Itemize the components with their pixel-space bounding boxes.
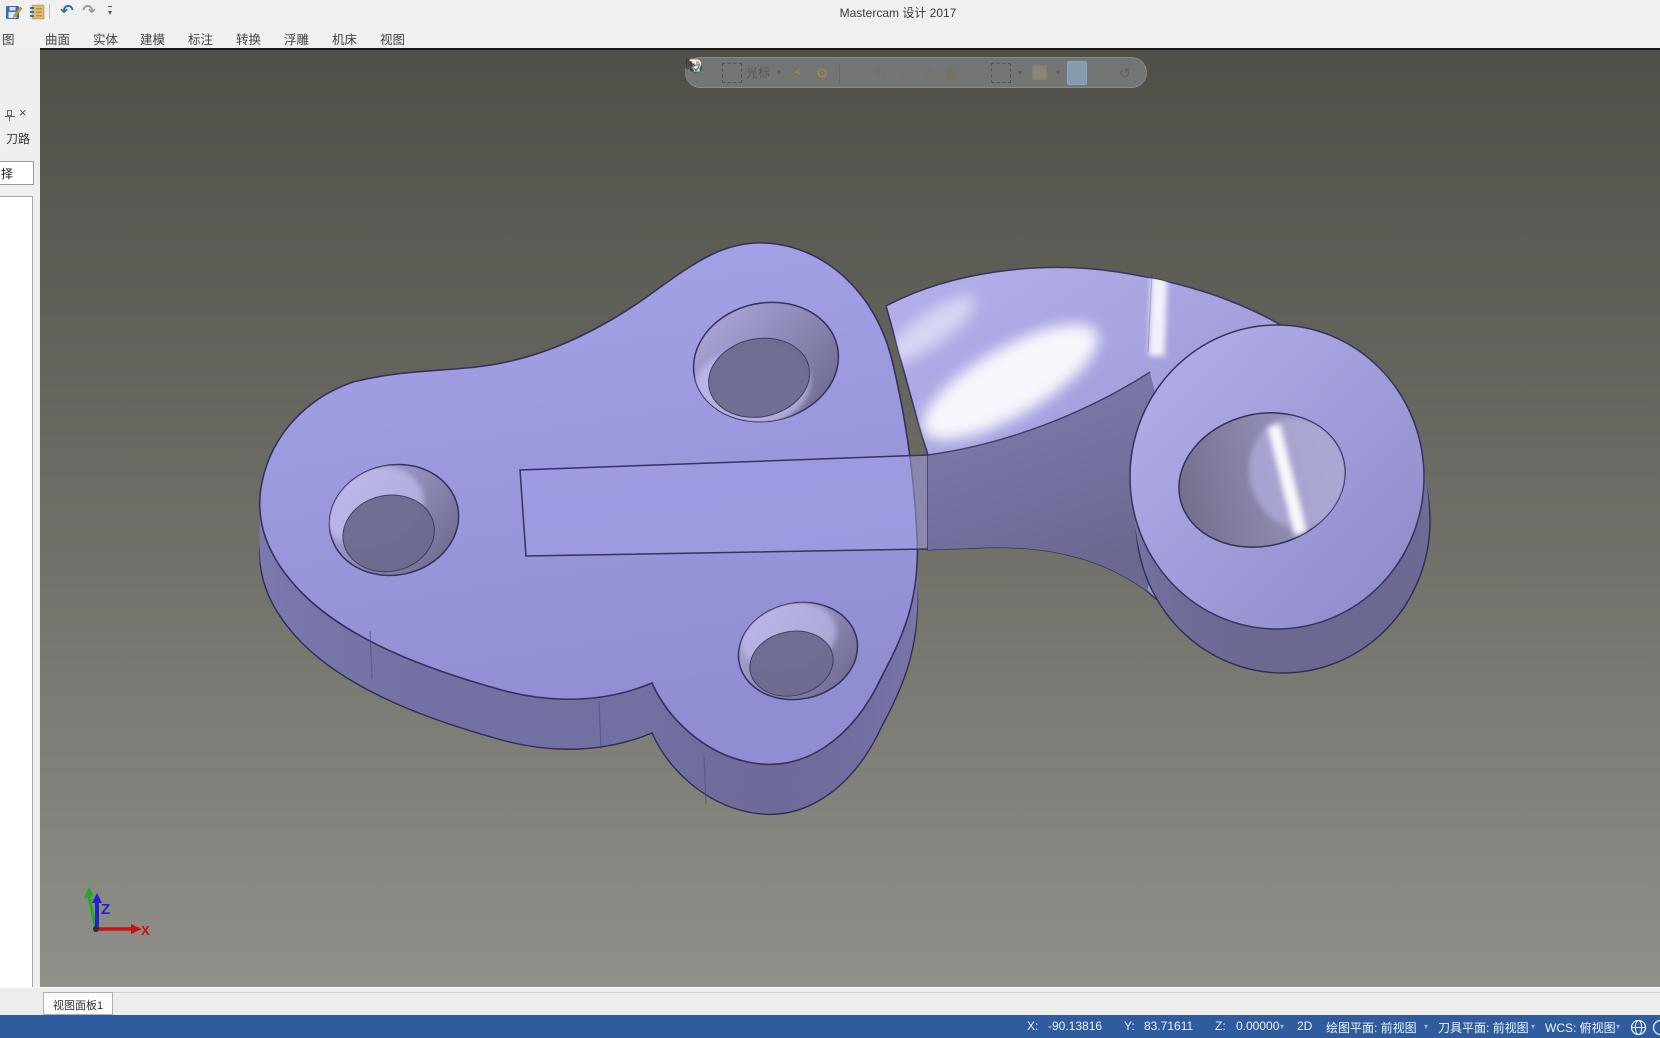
tab-machine[interactable]: 机床 (332, 29, 357, 48)
x-axis-label: X (141, 923, 150, 938)
z-caret-icon[interactable]: ▾ (1280, 1022, 1284, 1031)
wcs-selector[interactable]: WCS: 俯视图 (1545, 1019, 1616, 1036)
viewport-floating-toolbar: 光标 ▾ ⚡ ⚙ ↻ ⊙ ⊕ ▦ ▾ ▾ ↺ (685, 57, 1147, 88)
tab-model[interactable]: 建模 (140, 29, 165, 48)
undo-button[interactable]: ↶ (56, 3, 78, 21)
select-entities-caret[interactable]: ▾ (1015, 68, 1025, 77)
y-coord-value[interactable]: 83.71611 (1144, 1019, 1193, 1033)
pan-button[interactable]: ⊕ (919, 63, 939, 83)
window-title: Mastercam 设计 2017 (839, 6, 957, 20)
mode-indicator[interactable]: 2D (1297, 1019, 1312, 1033)
wcs-caret-icon[interactable]: ▾ (1616, 1022, 1620, 1031)
x-coord-value[interactable]: -90.13816 (1048, 1019, 1102, 1033)
properties-button[interactable] (26, 3, 48, 21)
select-entities-button[interactable] (687, 58, 1012, 83)
selection-mask-caret[interactable]: ▾ (1053, 68, 1063, 77)
pick-arrow-button[interactable] (687, 58, 1159, 83)
tab-strip-line (110, 992, 1660, 993)
validate-selection-button[interactable] (686, 58, 1111, 83)
panel-title: 刀路 (6, 132, 31, 146)
rotate-ccw-button[interactable]: ↺ (1115, 63, 1135, 83)
tplane-selector[interactable]: 刀具平面: 前视图 (1438, 1019, 1529, 1036)
customize-qat-button[interactable]: ▾ (108, 6, 113, 17)
quick-access-toolbar (2, 3, 48, 21)
circle-icon (1652, 1019, 1660, 1036)
cplane-selector[interactable]: 绘图平面: 前视图 (1326, 1019, 1417, 1036)
rotate-cw-button[interactable]: ↻ (871, 63, 891, 83)
arrow-cursor-icon (687, 58, 696, 72)
panel-filter-combo[interactable]: 择 (0, 161, 34, 185)
z-coord-label: Z: (1215, 1019, 1226, 1033)
tplane-caret-icon[interactable]: ▾ (1531, 1022, 1535, 1031)
axis-gnomon: Z X (84, 887, 150, 938)
x-coord-label: X: (1027, 1019, 1039, 1033)
close-icon: × (19, 105, 27, 120)
3d-model[interactable] (258, 242, 1431, 816)
tab-sketch-partial[interactable]: 图 (2, 29, 15, 48)
view-sheet-tab-strip: 视图面板1 (0, 987, 1660, 1015)
cursor-select-button[interactable] (687, 58, 742, 83)
cursor-mode-caret[interactable]: ▾ (774, 68, 784, 77)
save-button[interactable] (2, 3, 24, 21)
qat-separator (49, 4, 50, 19)
filter-value: 择 (1, 167, 14, 181)
autohide-pin-button[interactable] (4, 109, 16, 121)
model-canvas: Z X (84, 242, 1431, 938)
view-sheet-tab[interactable]: 视图面板1 (43, 992, 114, 1015)
cursor-mode-label: 光标 (746, 66, 771, 80)
dotted-region-icon (1031, 65, 1047, 80)
panel-close-button[interactable]: × (19, 106, 27, 120)
tab-drafting[interactable]: 标注 (188, 29, 213, 48)
cplane-caret-icon[interactable]: ▾ (1424, 1022, 1428, 1031)
tab-art[interactable]: 浮雕 (284, 29, 309, 48)
tab-view[interactable]: 视图 (380, 29, 405, 48)
properties-icon (29, 4, 44, 19)
tab-surfaces[interactable]: 曲面 (45, 29, 70, 48)
z-axis-label: Z (101, 901, 110, 918)
wcs-globe-button[interactable] (1630, 1019, 1647, 1036)
status-bar: X: -90.13816 Y: 83.71611 Z: 0.00000 ▾ 2D… (0, 1015, 1660, 1038)
chain-select-button[interactable] (686, 59, 1088, 85)
toolbar-separator (839, 62, 841, 83)
tab-solids[interactable]: 实体 (93, 29, 118, 48)
isometric-view-button[interactable] (687, 59, 987, 83)
settings-button[interactable]: ⚙ (812, 63, 832, 83)
orbit-button[interactable]: ⊙ (895, 63, 915, 83)
title-bar: ↶ ↷ ▾ Mastercam 设计 2017 (0, 0, 1660, 24)
quick-mask-button[interactable]: ⚡ (788, 63, 808, 83)
selection-mask-button[interactable] (1029, 63, 1049, 83)
globe-icon (1630, 1019, 1647, 1036)
save-icon (5, 5, 22, 19)
y-coord-label: Y: (1124, 1019, 1135, 1033)
redo-icon: ↷ (82, 3, 96, 20)
z-coord-value[interactable]: 0.00000 (1236, 1019, 1279, 1033)
model-arm-tongue (520, 455, 928, 556)
grid-button[interactable]: ▦ (943, 63, 963, 83)
undo-icon: ↶ (60, 3, 74, 20)
y-axis-arrow (84, 887, 94, 898)
toolpaths-panel: × 刀路 择 (0, 50, 40, 1032)
redo-button[interactable]: ↷ (78, 3, 100, 21)
select-arrow-button[interactable] (687, 58, 867, 83)
graphics-viewport[interactable]: Z X 光标 ▾ ⚡ ⚙ ↻ ⊙ ⊕ ▦ ▾ ▾ ↺ (40, 50, 1660, 987)
section-view-button[interactable] (1652, 1019, 1660, 1036)
chevron-down-icon: ▾ (108, 8, 113, 17)
chain-links-icon (686, 59, 1088, 85)
ribbon-tab-row: 图 曲面 实体 建模 标注 转换 浮雕 机床 视图 (0, 24, 1660, 50)
gnomon-origin (93, 926, 99, 932)
toolpaths-list[interactable] (0, 196, 33, 1032)
tab-transform[interactable]: 转换 (236, 29, 261, 48)
